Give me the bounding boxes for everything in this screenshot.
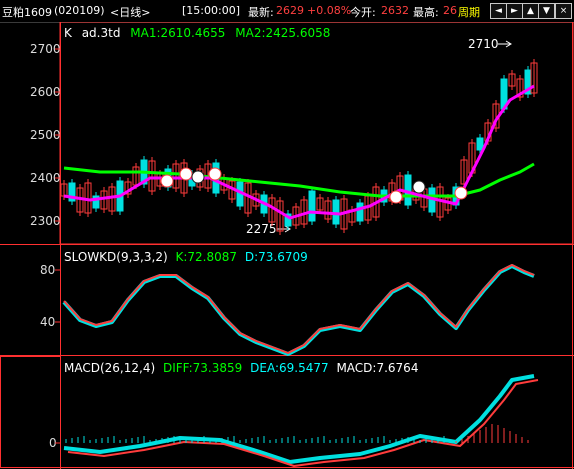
macd-panel-title: MACD(26,12,4) DIFF:73.3859 DEA:69.5477 M… bbox=[64, 361, 418, 375]
candle-body bbox=[332, 199, 340, 225]
high-price: 26 bbox=[443, 4, 457, 17]
smile-icon bbox=[454, 186, 468, 200]
neutral-face-icon bbox=[412, 180, 426, 194]
kd-tick-label: 80 bbox=[40, 263, 55, 277]
price-y-axis: 2700 2600 2500 2400 2300 bbox=[30, 42, 61, 228]
candle-body bbox=[404, 174, 412, 206]
d-line bbox=[62, 264, 535, 356]
candle-body bbox=[308, 190, 316, 222]
smile-icon bbox=[389, 190, 403, 204]
diff-line bbox=[67, 379, 539, 467]
kd-panel-title: SLOWKD(9,3,3,2) K:72.8087 D:73.6709 bbox=[64, 250, 308, 264]
kd-y-axis: 80 40 bbox=[40, 263, 61, 329]
macd-lines bbox=[63, 374, 539, 467]
k-line bbox=[63, 264, 535, 354]
high-label: 最高: bbox=[413, 6, 439, 19]
selection-box bbox=[0, 356, 61, 468]
macd-y-axis: 0 bbox=[49, 436, 61, 450]
price-panel-title: K ad.3td MA1:2610.4655 MA2:2425.6058 bbox=[64, 26, 330, 40]
candlestick-series bbox=[60, 59, 538, 235]
latest-label: 最新: bbox=[248, 6, 274, 19]
candle-body bbox=[476, 137, 484, 151]
chart-area[interactable]: 2700 2600 2500 2400 2300 80 40 0 K ad.3t… bbox=[0, 22, 574, 469]
kd-lines bbox=[62, 264, 535, 356]
zoom-in-button[interactable]: ▲ bbox=[522, 3, 539, 19]
scroll-left-button[interactable]: ◄ bbox=[490, 3, 507, 19]
period-indicator[interactable]: <日线> bbox=[110, 4, 150, 20]
instrument-name: 豆粕1609 bbox=[2, 6, 52, 19]
cycle-button[interactable]: 周期 bbox=[458, 4, 480, 20]
dea-line bbox=[63, 374, 535, 464]
quote-header-bar: 豆粕1609 (020109) <日线> [15:00:00] 最新: 2629… bbox=[0, 0, 574, 23]
kd-tick-label: 40 bbox=[40, 315, 55, 329]
latest-price: 2629 bbox=[276, 4, 304, 17]
smile-icon bbox=[160, 174, 174, 188]
open-price: 2632 bbox=[381, 4, 409, 17]
smile-icon bbox=[208, 167, 222, 181]
open-label: 今开: bbox=[350, 6, 376, 19]
close-button[interactable]: × bbox=[555, 3, 572, 19]
scroll-right-button[interactable]: ► bbox=[506, 3, 523, 19]
zoom-out-button[interactable]: ▼ bbox=[538, 3, 555, 19]
high-annotation: 2710 bbox=[468, 37, 512, 51]
smile-icon bbox=[179, 167, 193, 181]
high-price-note: 2710 bbox=[468, 37, 499, 51]
candle-body bbox=[356, 202, 364, 222]
timestamp: [15:00:00] bbox=[182, 4, 240, 17]
neutral-face-icon bbox=[191, 170, 205, 184]
price-change: +0.08% bbox=[307, 4, 352, 17]
instrument-code: (020109) bbox=[54, 4, 105, 17]
price-panel-frame bbox=[59, 22, 574, 245]
